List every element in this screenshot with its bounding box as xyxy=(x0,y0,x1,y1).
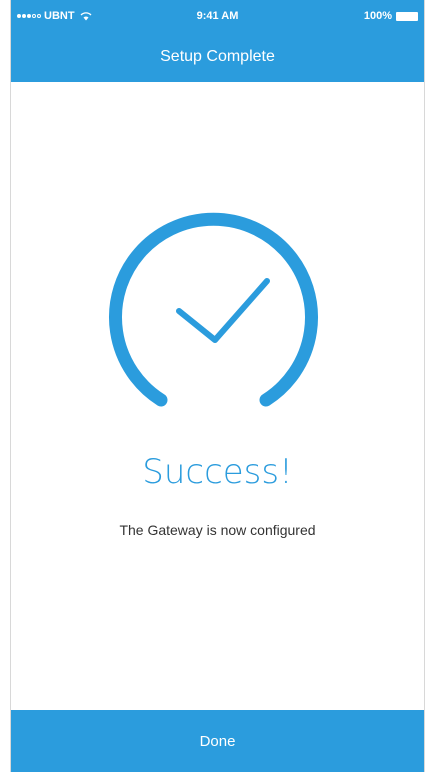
success-title: Success! xyxy=(142,452,293,492)
battery-icon xyxy=(396,11,418,21)
status-bar: UBNT 9:41 AM 100% xyxy=(11,0,424,28)
status-time: 9:41 AM xyxy=(196,10,239,22)
battery-percent: 100% xyxy=(363,10,392,22)
app-header: UBNT 9:41 AM 100% Setup Complete xyxy=(11,0,424,82)
page-title: Setup Complete xyxy=(160,48,275,65)
checkmark-circle-icon xyxy=(109,212,318,407)
status-bar-right: 100% xyxy=(364,10,418,22)
success-subtitle: The Gateway is now configured xyxy=(119,522,316,538)
app-screen: UBNT 9:41 AM 100% Setup Complete Success… xyxy=(10,0,425,772)
done-button[interactable]: Done xyxy=(11,710,424,772)
